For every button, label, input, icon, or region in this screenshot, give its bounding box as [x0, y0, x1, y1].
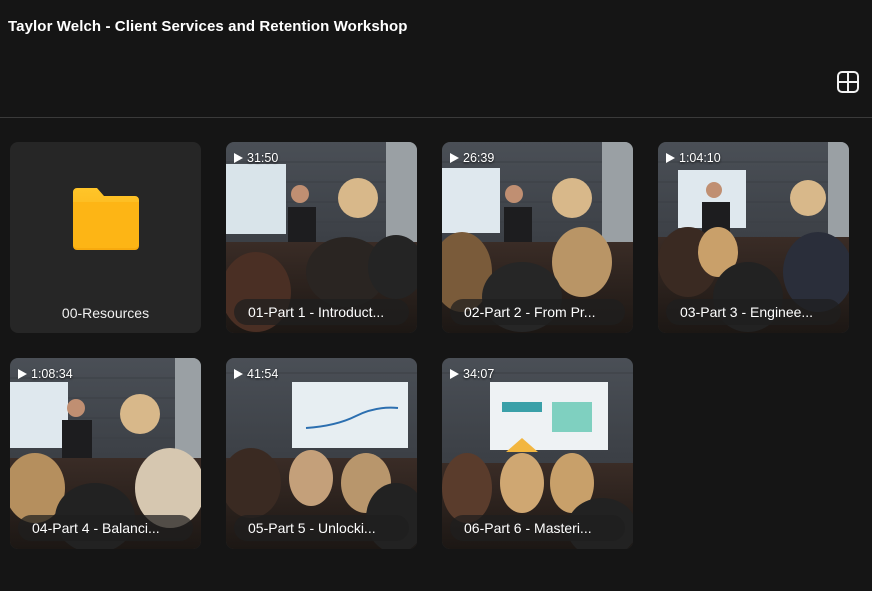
play-icon — [450, 153, 459, 163]
video-label: 05-Part 5 - Unlocki... — [234, 515, 409, 541]
duration-badge: 34:07 — [450, 367, 494, 381]
play-icon — [450, 369, 459, 379]
play-icon — [18, 369, 27, 379]
video-label: 06-Part 6 - Masteri... — [450, 515, 625, 541]
video-tile-6[interactable]: 34:07 06-Part 6 - Masteri... — [442, 358, 633, 549]
folder-tile-resources[interactable]: 00-Resources — [10, 142, 201, 333]
video-tile-2[interactable]: 26:39 02-Part 2 - From Pr... — [442, 142, 633, 333]
video-label: 01-Part 1 - Introduct... — [234, 299, 409, 325]
duration-badge: 31:50 — [234, 151, 278, 165]
folder-icon — [73, 188, 139, 250]
header-bar: Taylor Welch - Client Services and Reten… — [0, 0, 872, 118]
play-icon — [666, 153, 675, 163]
play-icon — [234, 369, 243, 379]
video-tile-5[interactable]: 41:54 05-Part 5 - Unlocki... — [226, 358, 417, 549]
page-title: Taylor Welch - Client Services and Reten… — [8, 18, 408, 35]
duration-badge: 26:39 — [450, 151, 494, 165]
folder-label: 00-Resources — [61, 305, 150, 321]
grid-layout-icon[interactable] — [836, 70, 860, 94]
duration-badge: 1:08:34 — [18, 367, 73, 381]
video-tile-1[interactable]: 31:50 01-Part 1 - Introduct... — [226, 142, 417, 333]
duration-badge: 1:04:10 — [666, 151, 721, 165]
play-icon — [234, 153, 243, 163]
video-tile-4[interactable]: 1:08:34 04-Part 4 - Balanci... — [10, 358, 201, 549]
video-label: 03-Part 3 - Enginee... — [666, 299, 841, 325]
video-label: 02-Part 2 - From Pr... — [450, 299, 625, 325]
video-tile-3[interactable]: 1:04:10 03-Part 3 - Enginee... — [658, 142, 849, 333]
duration-badge: 41:54 — [234, 367, 278, 381]
video-label: 04-Part 4 - Balanci... — [18, 515, 193, 541]
